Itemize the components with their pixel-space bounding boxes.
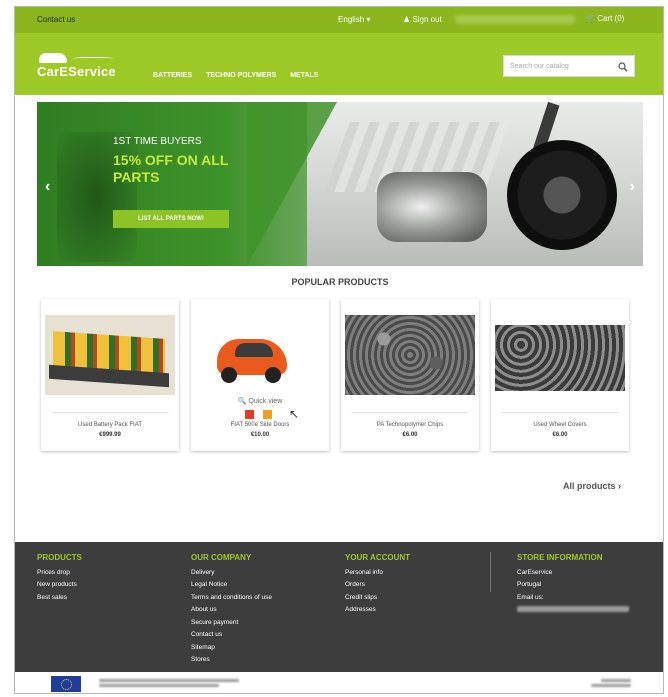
nav-metals[interactable]: METALS bbox=[290, 72, 318, 79]
search-input[interactable]: Search our catalog bbox=[503, 55, 635, 77]
popular-products-title: POPULAR PRODUCTS bbox=[291, 277, 389, 287]
cart-icon: 🛒 bbox=[585, 14, 595, 23]
footer-link[interactable]: Prices drop bbox=[37, 567, 82, 580]
product-name[interactable]: Used Wheel Covers bbox=[491, 422, 629, 428]
signout-label: Sign out bbox=[412, 15, 442, 24]
search-placeholder: Search our catalog bbox=[510, 63, 569, 70]
product-image[interactable] bbox=[45, 315, 175, 395]
hero-subtitle: 1ST TIME BUYERS bbox=[113, 136, 202, 147]
footer-link[interactable]: Best sales bbox=[37, 592, 82, 605]
product-card[interactable]: Used Wheel Covers €6.00 bbox=[491, 299, 629, 451]
footer-company: OUR COMPANY Delivery Legal Notice Terms … bbox=[191, 552, 272, 667]
bottom-bar bbox=[15, 672, 663, 693]
magnifier-icon: 🔍 bbox=[237, 398, 247, 405]
product-card[interactable]: PA Technopolymer Chips €6.00 bbox=[341, 299, 479, 451]
store-email-blurred[interactable] bbox=[517, 604, 629, 617]
mouse-cursor-icon: ↖ bbox=[289, 407, 300, 421]
store-country: Portugal bbox=[517, 581, 542, 588]
product-image[interactable] bbox=[495, 325, 625, 391]
top-bar: Contact us English ▾ ♟ Sign out 🛒 Cart (… bbox=[15, 7, 663, 33]
product-image[interactable] bbox=[345, 315, 475, 395]
divider bbox=[351, 412, 469, 413]
quick-view-button[interactable]: 🔍 Quick view bbox=[191, 397, 329, 405]
store-email-label: Email us: bbox=[517, 593, 544, 601]
footer-link[interactable]: Stores bbox=[191, 654, 272, 667]
footer-store-info: STORE INFORMATION CarEservice Portugal E… bbox=[517, 552, 629, 617]
page-frame: Contact us English ▾ ♟ Sign out 🛒 Cart (… bbox=[14, 6, 664, 694]
footer-link[interactable]: Addresses bbox=[345, 604, 410, 617]
product-price: €6.00 bbox=[402, 432, 418, 438]
car-window bbox=[235, 343, 273, 357]
nav-techno-polymers[interactable]: TECHNO POLYMERS bbox=[206, 72, 276, 79]
signout-link[interactable]: ♟ Sign out bbox=[403, 15, 442, 24]
search-icon[interactable] bbox=[618, 62, 628, 72]
language-selector[interactable]: English ▾ bbox=[338, 15, 370, 24]
footer-link[interactable]: Sitemap bbox=[191, 642, 272, 655]
footer-heading: PRODUCTS bbox=[37, 553, 82, 562]
site-header: CarEService BATTERIES TECHNO POLYMERS ME… bbox=[15, 33, 663, 95]
hero-wheel bbox=[507, 140, 617, 250]
nav-batteries[interactable]: BATTERIES bbox=[153, 72, 192, 79]
store-name: CarEservice bbox=[517, 568, 553, 576]
product-card[interactable]: 🔍 Quick view ↖ FIAT 500e Side Doors €10.… bbox=[191, 299, 329, 451]
footer-link[interactable]: About us bbox=[191, 604, 272, 617]
funding-note-blurred bbox=[99, 678, 249, 688]
user-icon: ♟ bbox=[403, 15, 411, 24]
carousel-next-icon[interactable]: › bbox=[630, 178, 635, 196]
footer-link[interactable]: Orders bbox=[345, 579, 410, 592]
color-swatch-red[interactable] bbox=[245, 410, 254, 419]
car-wheel bbox=[221, 367, 237, 383]
carousel-prev-icon[interactable]: ‹ bbox=[45, 178, 50, 196]
product-card[interactable]: Used Battery Pack FIAT €999.99 bbox=[41, 299, 179, 451]
hero-motor bbox=[377, 172, 487, 242]
divider bbox=[501, 412, 619, 413]
logo-plug-icon bbox=[73, 57, 113, 61]
contact-link[interactable]: Contact us bbox=[37, 15, 75, 24]
logo-car-icon bbox=[39, 53, 67, 63]
hero-carousel[interactable]: 1ST TIME BUYERS 15% OFF ON ALL PARTS LIS… bbox=[37, 102, 643, 266]
product-price: €10.00 bbox=[250, 432, 270, 438]
cart-label: Cart (0) bbox=[597, 14, 625, 23]
footer-link[interactable]: Terms and conditions of use bbox=[191, 592, 272, 605]
list-all-parts-button[interactable]: LIST ALL PARTS NOW! bbox=[113, 210, 229, 228]
quick-view-label: Quick view bbox=[248, 398, 283, 405]
product-image[interactable] bbox=[195, 315, 325, 393]
product-price: €6.00 bbox=[552, 432, 568, 438]
footer-heading: STORE INFORMATION bbox=[517, 553, 603, 562]
footer-products: PRODUCTS Prices drop New products Best s… bbox=[37, 552, 82, 604]
product-name[interactable]: PA Technopolymer Chips bbox=[341, 422, 479, 428]
footer-link[interactable]: Delivery bbox=[191, 567, 272, 580]
footer-heading: OUR COMPANY bbox=[191, 553, 252, 562]
footer-link[interactable]: Credit slips bbox=[345, 592, 410, 605]
all-products-link[interactable]: All products › bbox=[563, 481, 621, 491]
product-price: €999.99 bbox=[99, 432, 121, 438]
car-wheel bbox=[265, 367, 281, 383]
footer-link[interactable]: Contact us bbox=[191, 629, 272, 642]
cart-link[interactable]: 🛒 Cart (0) bbox=[585, 14, 624, 23]
color-swatch-orange[interactable] bbox=[263, 410, 272, 419]
footer-link[interactable]: Legal Notice bbox=[191, 579, 272, 592]
footer-heading: YOUR ACCOUNT bbox=[345, 553, 411, 562]
copyright-blurred bbox=[591, 678, 631, 688]
eu-flag-icon bbox=[51, 676, 81, 692]
footer-account: YOUR ACCOUNT Personal info Orders Credit… bbox=[345, 552, 410, 617]
hero-title: 15% OFF ON ALL PARTS bbox=[113, 152, 229, 185]
site-logo[interactable]: CarEService bbox=[37, 53, 127, 79]
footer-link[interactable]: Personal info bbox=[345, 567, 410, 580]
site-footer: PRODUCTS Prices drop New products Best s… bbox=[15, 542, 663, 672]
user-name-blurred bbox=[455, 15, 575, 24]
footer-link[interactable]: Secure payment bbox=[191, 617, 272, 630]
product-name[interactable]: Used Battery Pack FIAT bbox=[41, 422, 179, 428]
product-name[interactable]: FIAT 500e Side Doors bbox=[191, 422, 329, 428]
divider bbox=[51, 412, 169, 413]
footer-link[interactable]: New products bbox=[37, 579, 82, 592]
logo-text: CarEService bbox=[37, 64, 116, 79]
main-nav: BATTERIES TECHNO POLYMERS METALS bbox=[153, 72, 330, 79]
footer-divider bbox=[490, 552, 491, 592]
